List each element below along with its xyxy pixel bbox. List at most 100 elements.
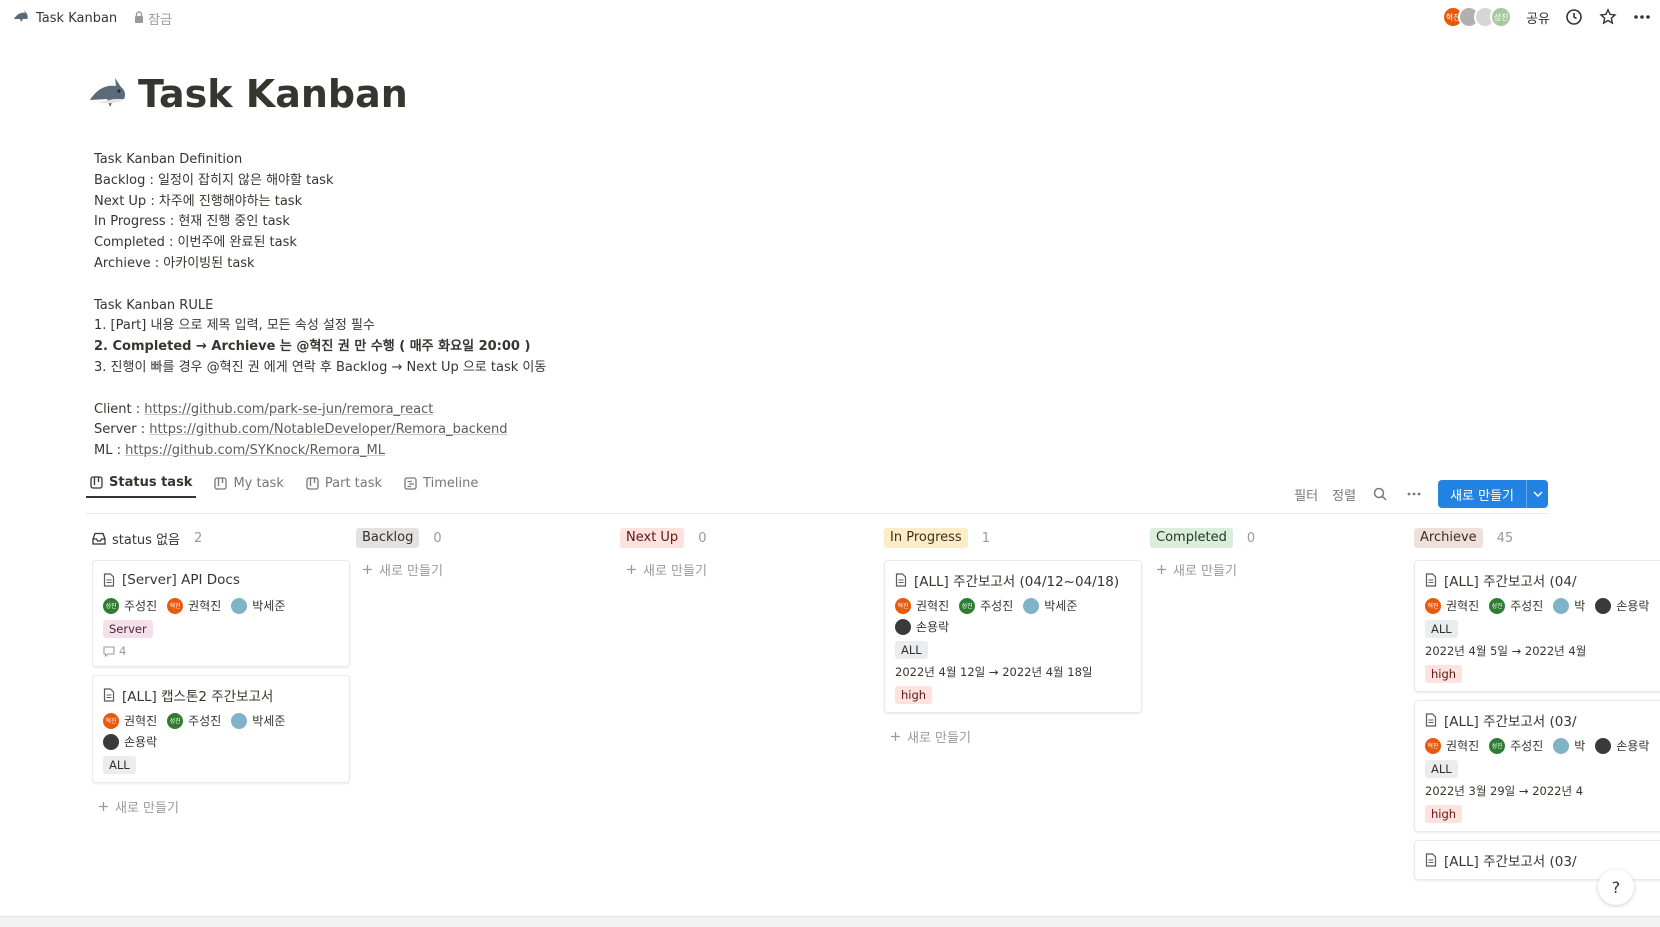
more-icon[interactable] [1632,7,1652,27]
page-icon [1425,853,1437,867]
breadcrumb[interactable]: Task Kanban 잠금 [13,9,172,28]
description-line: Archieve : 아카이빙된 task [94,255,255,271]
column-count: 0 [1246,530,1256,546]
column-header[interactable]: Archieve 45 [1414,526,1660,550]
tag-row: ALL [1425,754,1660,778]
repo-link[interactable]: https://github.com/SYKnock/Remora_ML [125,443,385,458]
task-card[interactable]: [ALL] 주간보고서 (04/12~04/18) 혁진 권혁진 성진 주성진 박세준 손용… [884,560,1142,713]
search-icon[interactable] [1370,484,1390,504]
tag-row: Server [103,614,339,638]
breadcrumb-title[interactable]: Task Kanban [36,11,117,26]
tab-timeline[interactable]: Timeline [400,468,482,498]
assignee: 혁진 권혁진 [167,597,221,614]
avatar: 성진 [103,597,119,614]
task-card[interactable]: [ALL] 주간보고서 (04/혁진 권혁진 성진 주성진 박 손용락 ALL 2022년 4… [1414,560,1660,692]
description-line [94,379,794,400]
page-icon [103,688,115,702]
add-card-button[interactable]: 새로 만들기 [884,721,1142,752]
clock-icon[interactable] [1564,7,1584,27]
board-column: Archieve 45 [ALL] 주간보고서 (04/혁진 권혁진 성진 주성진 박 손용락… [1414,526,1660,888]
star-icon[interactable] [1598,7,1618,27]
card-title: [ALL] 주간보고서 (03/ [1425,849,1660,871]
tab-status-task[interactable]: Status task [86,468,197,498]
lock-indicator[interactable]: 잠금 [134,9,172,28]
page-icon [1425,713,1437,727]
assignee: 성진 주성진 [1489,737,1543,754]
avatar [1553,737,1570,754]
more-icon[interactable] [1404,484,1424,504]
tag-row: ALL [103,750,339,774]
shark-icon[interactable] [88,76,128,112]
card-title: [ALL] 주간보고서 (04/12~04/18) [895,569,1131,591]
shark-icon [13,9,29,28]
repo-link[interactable]: https://github.com/NotableDeveloper/Remo… [149,422,507,437]
comment-icon [103,645,115,657]
assignee: 혁진 권혁진 [103,712,157,729]
avatar [1595,737,1612,754]
column-header[interactable]: Backlog 0 [356,526,614,550]
status-badge: Next Up [620,528,685,548]
assignee: 박세준 [231,597,285,614]
chevron-down-icon[interactable] [1526,480,1548,508]
assignee-name: 주성진 [124,599,158,613]
tab-part-task[interactable]: Part task [302,468,386,498]
description-line: Next Up : 차주에 진행해야하는 task [94,193,303,209]
share-button[interactable]: 공유 [1526,8,1550,27]
avatar [1023,597,1040,614]
task-card[interactable]: [ALL] 캡스톤2 주간보고서 혁진 권혁진 성진 주성진 박세준 손용락 ALL [92,675,350,783]
avatar [895,618,911,635]
page-title: Task Kanban [138,72,408,116]
add-card-button[interactable]: 새로 만들기 [1150,554,1408,585]
tag-row: ALL [1425,614,1660,638]
column-count: 45 [1496,530,1514,546]
board-column: In Progress 1 [ALL] 주간보고서 (04/12~04/18) 혁진 권… [884,526,1142,752]
comment-count: 4 [103,644,339,658]
assignee-name: 박세준 [1044,599,1078,613]
avatar[interactable]: 성진 [1490,6,1513,28]
column-header[interactable]: Completed 0 [1150,526,1408,550]
assignee-name: 권혁진 [188,599,222,613]
avatar: 성진 [959,597,976,614]
repo-link-line: Server : https://github.com/NotableDevel… [94,420,794,441]
card-title-text: [ALL] 주간보고서 (04/12~04/18) [914,574,1120,590]
add-card-label: 새로 만들기 [115,801,179,816]
kanban-board: status 없음 2 [Server] API Docs 성진 주성진 혁진 권혁진 박세준… [92,526,1660,916]
add-card-button[interactable]: 새로 만들기 [92,791,350,822]
card-title-text: [ALL] 주간보고서 (03/ [1444,714,1577,730]
new-button-label[interactable]: 새로 만들기 [1438,480,1526,508]
help-button[interactable]: ? [1598,869,1634,905]
board-icon [306,476,319,490]
task-card[interactable]: [Server] API Docs 성진 주성진 혁진 권혁진 박세준 Server 4 [92,560,350,667]
lock-label: 잠금 [148,13,173,28]
description-line: Task Kanban Definition [94,152,243,167]
filter-button[interactable]: 필터 [1294,485,1318,504]
assignee: 손용락 [895,618,949,635]
avatar [1595,597,1612,614]
column-count: 0 [433,530,442,546]
priority-tag: high [1425,805,1463,823]
assignee-name: 손용락 [1616,739,1650,753]
repo-link-line: Client : https://github.com/park-se-jun/… [94,400,794,421]
page-icon [103,573,115,587]
assignee: 손용락 [1595,737,1649,754]
plus-icon [626,564,637,575]
tab-my-task[interactable]: My task [210,468,287,498]
assignee: 손용락 [1595,597,1649,614]
assignee: 혁진 권혁진 [1425,597,1479,614]
column-header[interactable]: In Progress 1 [884,526,1142,550]
description-line: Completed : 이번주에 완료된 task [94,235,297,251]
assignee: 성진 주성진 [1489,597,1543,614]
add-card-button[interactable]: 새로 만들기 [620,554,878,585]
repo-link[interactable]: https://github.com/park-se-jun/remora_re… [144,402,433,417]
new-button[interactable]: 새로 만들기 [1438,480,1548,508]
column-header[interactable]: status 없음 2 [92,526,350,550]
horizontal-scrollbar[interactable] [0,916,1660,927]
column-header[interactable]: Next Up 0 [620,526,878,550]
collaborator-avatars[interactable]: 혁진 성진 [1442,6,1513,28]
priority-row: high [1425,799,1660,823]
sort-button[interactable]: 정렬 [1332,485,1356,504]
add-card-button[interactable]: 새로 만들기 [356,554,614,585]
avatar [1553,597,1570,614]
task-card[interactable]: [ALL] 주간보고서 (03/혁진 권혁진 성진 주성진 박 손용락 ALL 2022년 3… [1414,700,1660,832]
assignee: 손용락 [103,733,157,750]
